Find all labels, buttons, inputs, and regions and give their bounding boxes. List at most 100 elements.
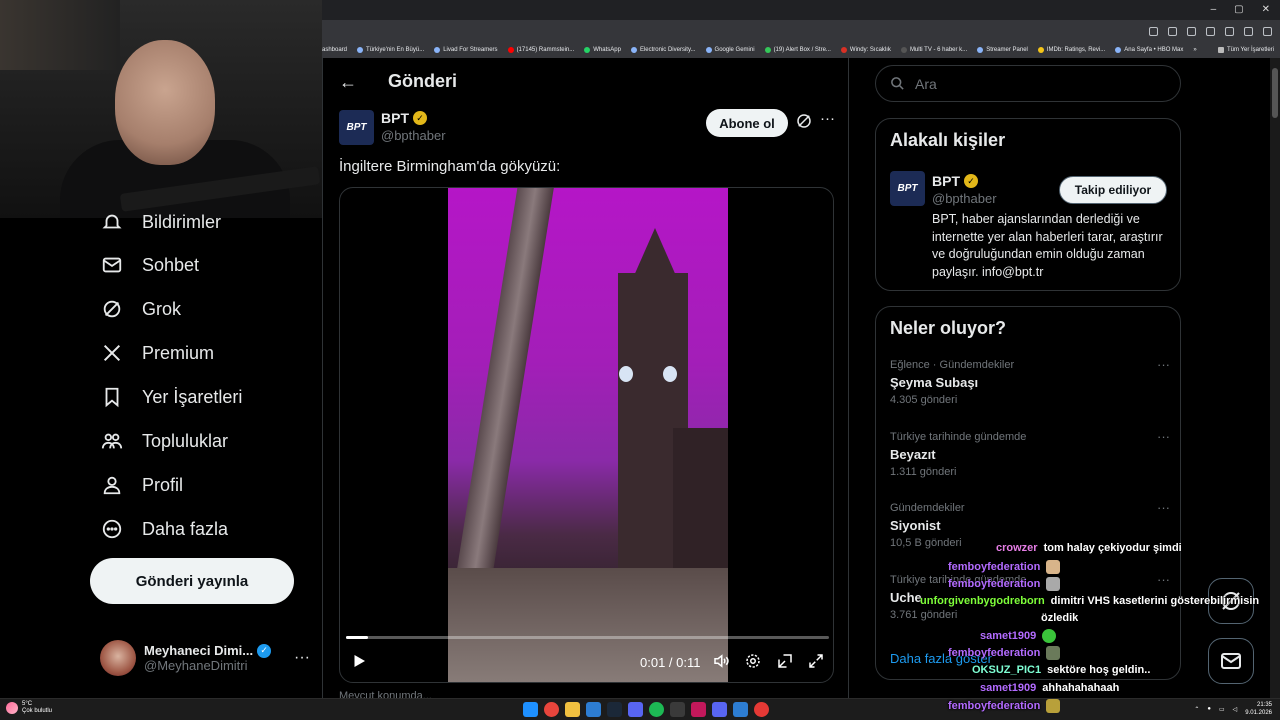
bookmark-item[interactable]: ashboard — [322, 47, 347, 53]
trend-count: 1.311 gönderi — [890, 466, 957, 478]
account-switcher[interactable]: Meyhaneci Dimi... ✓ @MeyhaneDimitri ··· — [100, 636, 310, 680]
bookmark-item[interactable]: Multi TV - 6 haber k... — [900, 47, 967, 53]
video-progress-bar[interactable] — [346, 636, 829, 639]
profile-icon[interactable] — [1244, 26, 1253, 36]
discord-icon[interactable] — [628, 702, 643, 717]
video-frame[interactable] — [448, 188, 728, 682]
bookmark-item[interactable]: Electronic Diversity... — [630, 47, 696, 53]
account-handle: @MeyhaneDimitri — [144, 658, 248, 673]
trend-item[interactable]: Eğlence · Gündemdekiler Şeyma Subaşı 4.3… — [890, 357, 1170, 406]
maximize-button[interactable]: ▢ — [1234, 4, 1243, 15]
clock[interactable]: 21:35 9.01.2026 — [1245, 701, 1272, 717]
app-icon[interactable] — [691, 702, 706, 717]
chat-username: samet1909 — [980, 682, 1037, 694]
settings-button[interactable] — [744, 652, 762, 670]
start-icon[interactable] — [523, 702, 538, 717]
media-icon[interactable] — [1225, 26, 1234, 36]
page-title: Gönderi — [388, 71, 458, 91]
post-button[interactable]: Gönderi yayınla — [90, 558, 294, 604]
author-avatar[interactable]: BPT — [339, 110, 374, 145]
zoom-icon[interactable] — [1168, 26, 1177, 36]
scrollbar-thumb[interactable] — [1272, 68, 1278, 118]
fullscreen-button[interactable] — [807, 652, 825, 670]
chat-username: samet1909 — [980, 630, 1037, 642]
bookmark-item[interactable]: WhatsApp — [584, 47, 621, 53]
author-handle[interactable]: @bpthaber — [381, 128, 446, 143]
related-name-row[interactable]: BPT ✓ — [932, 173, 978, 189]
trend-item[interactable]: Türkiye tarihinde gündemde Beyazıt 1.311… — [890, 429, 1170, 478]
sidebar-item-more[interactable]: Daha fazla — [100, 517, 228, 541]
sidebar-item-label: Bildirimler — [142, 211, 222, 232]
sidebar-item-notifications[interactable]: Bildirimler — [100, 210, 221, 234]
trend-more-icon[interactable]: ··· — [1157, 500, 1170, 515]
trend-more-icon[interactable]: ··· — [1157, 572, 1170, 587]
app-icon[interactable] — [754, 702, 769, 717]
author-name-row[interactable]: BPT ✓ — [381, 110, 427, 126]
minimize-button[interactable]: – — [1211, 4, 1217, 15]
bookmark-item[interactable]: Streamer Panel — [977, 47, 1028, 53]
bookmark-item[interactable]: Türkiye'nin En Büyü... — [357, 47, 424, 53]
messages-fab[interactable] — [1208, 638, 1254, 684]
chat-text: tom halay çekiyodur şimdi — [1043, 542, 1182, 554]
sidebar-item-bookmarks[interactable]: Yer İşaretleri — [100, 385, 242, 409]
bookmark-item[interactable]: Ana Sayfa • HBO Max — [1115, 47, 1183, 53]
browser-toolbar — [322, 20, 1280, 42]
post-more-icon[interactable]: ··· — [820, 110, 835, 127]
back-button[interactable]: ← — [339, 72, 357, 93]
cast-icon[interactable] — [1149, 26, 1158, 36]
close-button[interactable]: ✕ — [1262, 4, 1270, 15]
bookmark-item[interactable]: Windy: Sıcaklık — [840, 47, 891, 53]
subscribe-button[interactable]: Abone ol — [706, 109, 788, 137]
sidebar-item-chat[interactable]: Sohbet — [100, 253, 199, 277]
grok-icon[interactable] — [795, 112, 813, 130]
pip-button[interactable] — [776, 652, 794, 670]
grok-icon — [100, 297, 124, 321]
video-player[interactable]: 0:01 / 0:11 — [339, 187, 834, 683]
sidebar-item-grok[interactable]: Grok — [100, 297, 181, 321]
play-button[interactable] — [350, 652, 368, 670]
chevron-up-icon[interactable]: ⌃ — [1194, 706, 1199, 713]
star-icon[interactable] — [1187, 26, 1196, 36]
steam-icon[interactable] — [607, 702, 622, 717]
chat-message: crowzer tom halay çekiyodur şimdi — [996, 542, 1182, 554]
following-button[interactable]: Takip ediliyor — [1059, 176, 1167, 204]
left-sidebar — [0, 218, 322, 698]
spotify-icon[interactable] — [649, 702, 664, 717]
mic-icon[interactable]: ● — [1207, 706, 1211, 712]
browser-tabstrip: – ▢ ✕ — [322, 0, 1280, 20]
trend-more-icon[interactable]: ··· — [1157, 357, 1170, 372]
app-icon[interactable] — [670, 702, 685, 717]
related-title: Alakalı kişiler — [890, 130, 1006, 150]
all-bookmarks[interactable]: Tüm Yer İşaretleri — [1217, 47, 1280, 53]
menu-icon[interactable] — [1263, 26, 1272, 36]
related-handle[interactable]: @bpthaber — [932, 191, 997, 206]
page-scrollbar[interactable] — [1270, 58, 1280, 698]
app-icon[interactable] — [733, 702, 748, 717]
weather-widget[interactable]: 5°C Çok bulutlu — [6, 701, 52, 715]
bookmark-item[interactable]: (19) Alert Box / Stre... — [764, 47, 831, 53]
volume-icon[interactable]: ◁ — [1233, 706, 1238, 713]
network-icon[interactable]: ▭ — [1219, 706, 1225, 713]
account-more-icon[interactable]: ··· — [294, 649, 310, 667]
bookmark-overflow[interactable]: » — [1193, 47, 1196, 53]
bookmark-item[interactable]: IMDb: Ratings, Revi... — [1037, 47, 1105, 53]
related-avatar[interactable]: BPT — [890, 171, 925, 206]
sidebar-item-communities[interactable]: Topluluklar — [100, 429, 228, 453]
app-icon[interactable] — [586, 702, 601, 717]
sidebar-item-label: Yer İşaretleri — [142, 386, 243, 407]
folder-icon[interactable] — [565, 702, 580, 717]
search-input[interactable]: Ara — [875, 65, 1181, 102]
extensions-icon[interactable] — [1206, 26, 1215, 36]
sidebar-item-profile[interactable]: Profil — [100, 473, 183, 497]
emote-icon — [1046, 646, 1061, 660]
chrome-icon[interactable] — [544, 702, 559, 717]
volume-button[interactable] — [712, 652, 730, 670]
bookmark-item[interactable]: Livad For Streamers — [434, 47, 498, 53]
sidebar-item-premium[interactable]: Premium — [100, 341, 214, 365]
app-icon[interactable] — [712, 702, 727, 717]
bookmark-item[interactable]: Google Gemini — [705, 47, 755, 53]
pip-icon — [778, 654, 792, 668]
main-column: ← Gönderi BPT BPT ✓ @bpthaber Abone ol ··… — [322, 58, 849, 698]
bookmark-item[interactable]: (17145) Rammstein... — [507, 47, 574, 53]
trend-more-icon[interactable]: ··· — [1157, 429, 1170, 444]
